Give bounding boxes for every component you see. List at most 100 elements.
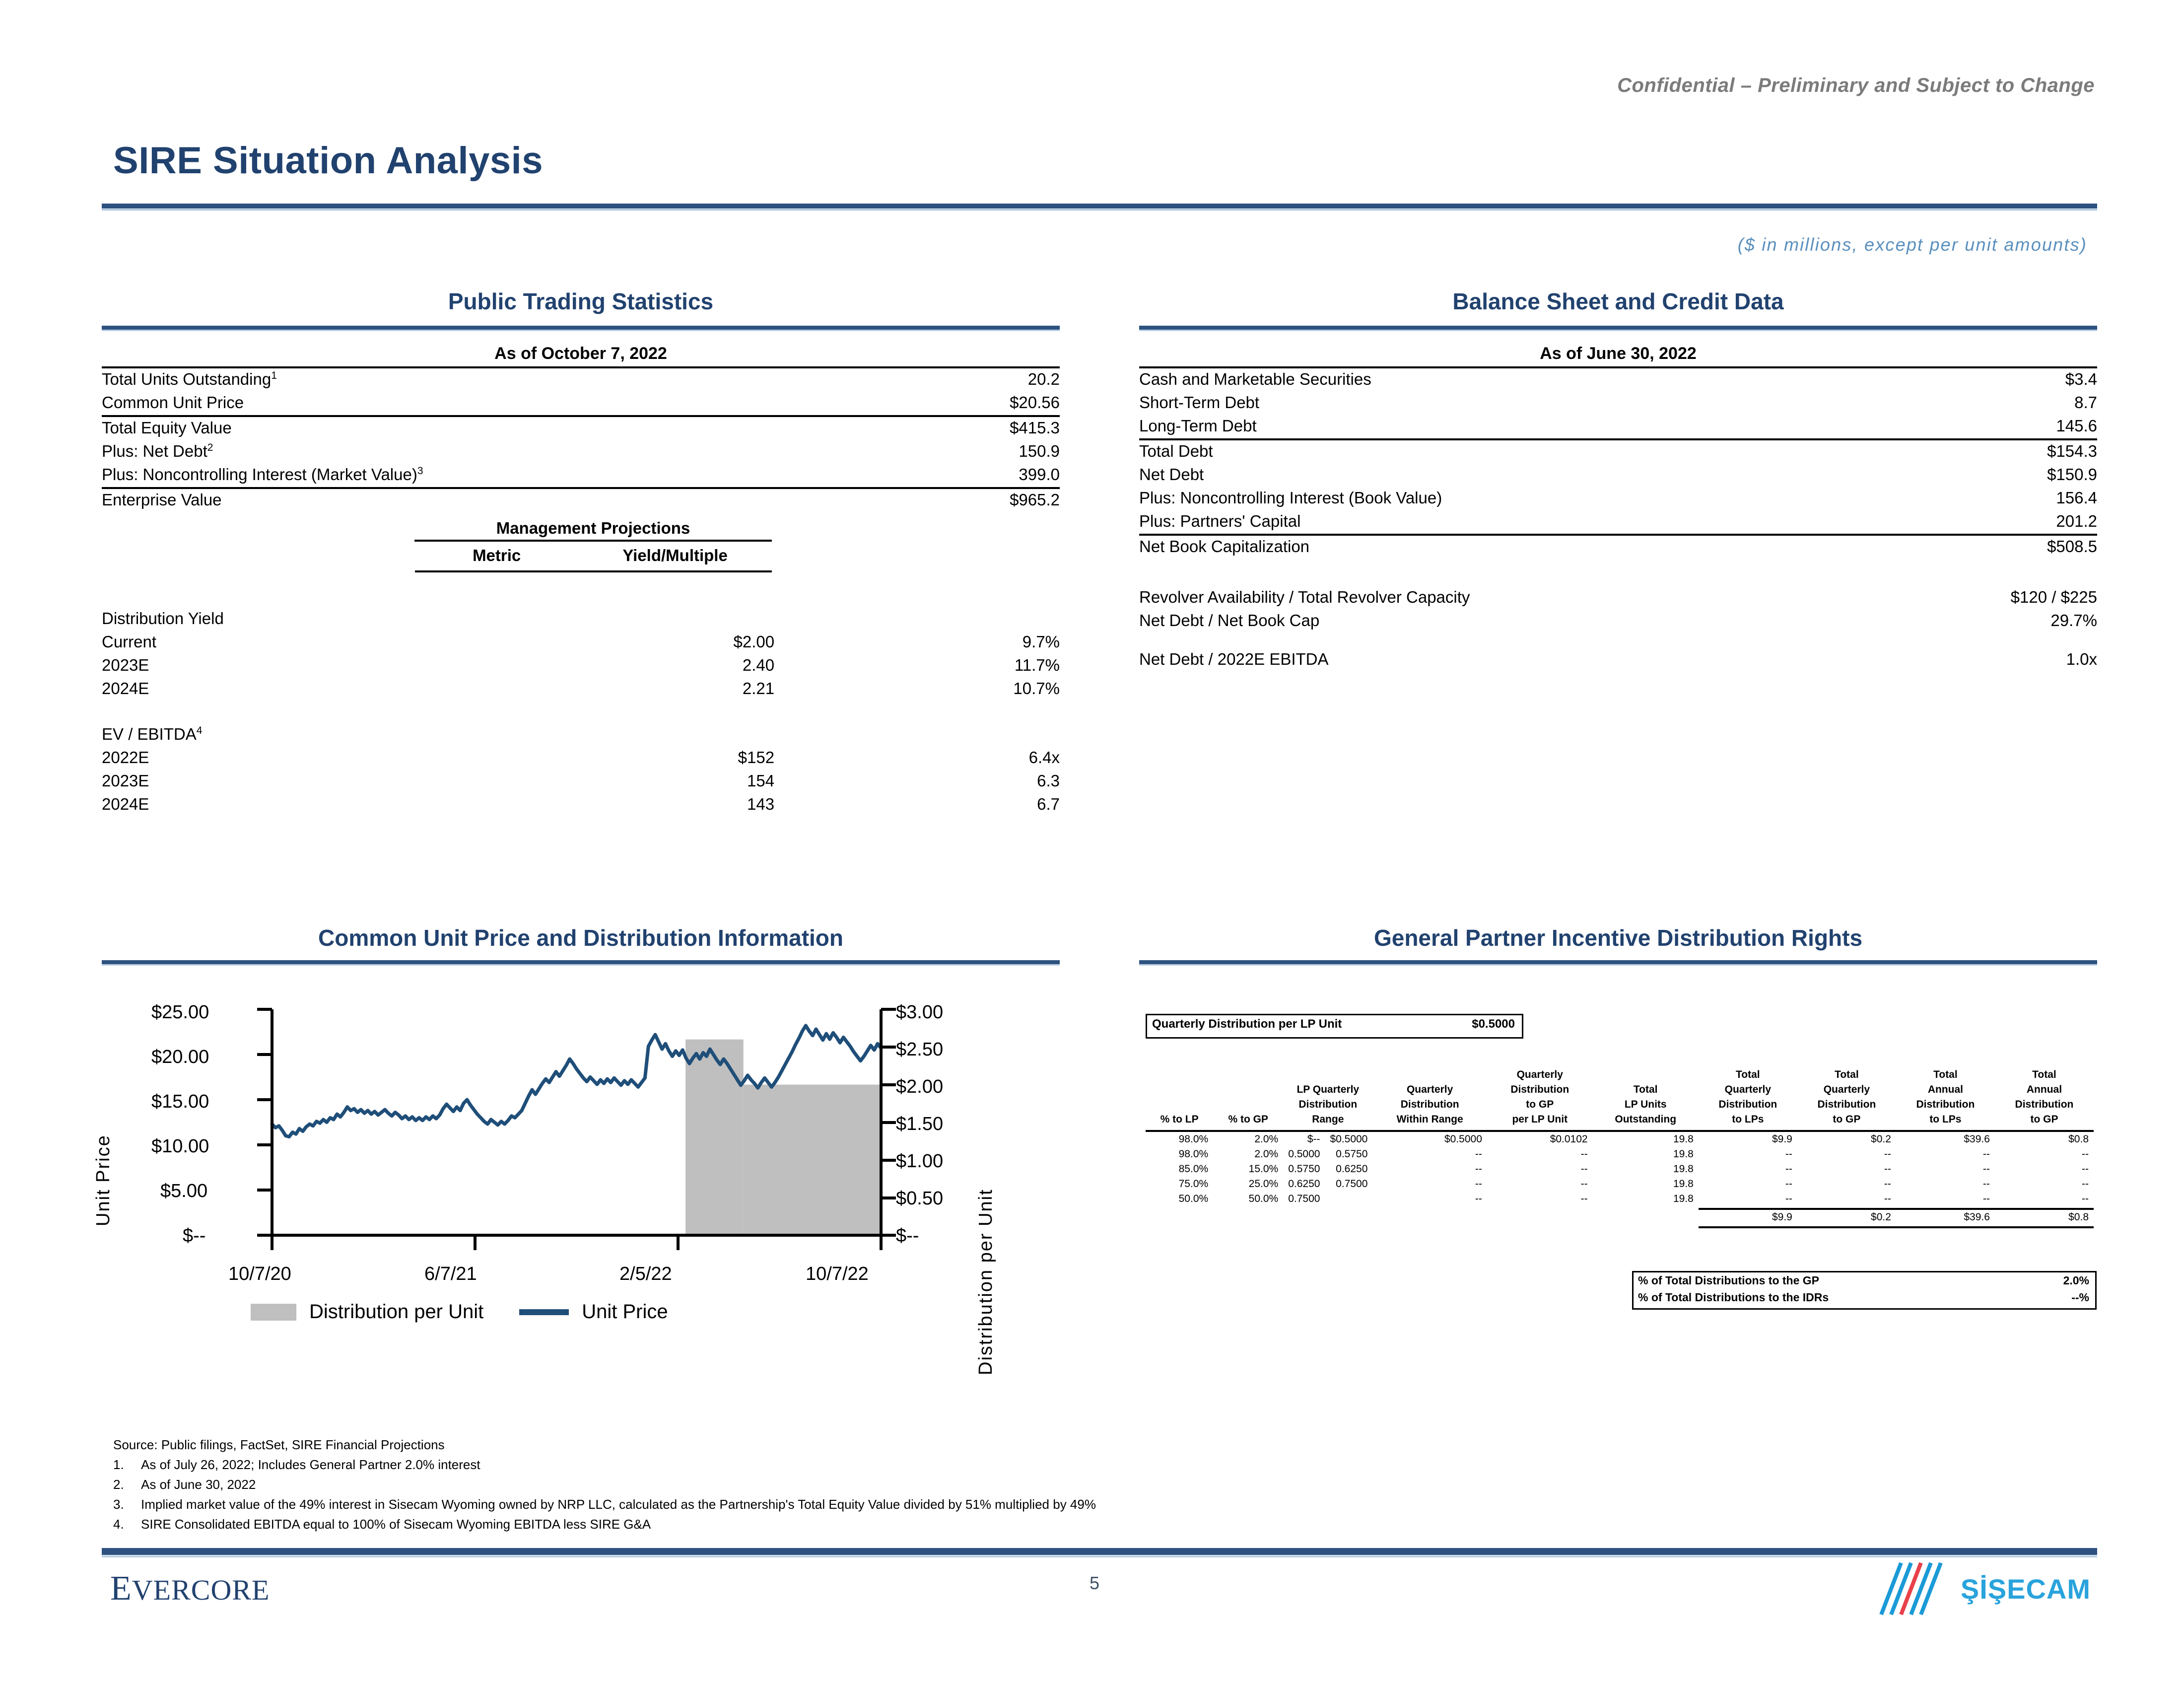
row-label: Total Debt [1139,442,1213,460]
cell-range-lo: $-- [1307,1133,1320,1145]
row-label: Net Debt [1139,465,1204,484]
title-divider [102,204,2097,209]
price-chart-heading: Common Unit Price and Distribution Infor… [318,925,843,951]
table-row: Net Book Capitalization $508.5 [1139,535,2097,559]
table-row: Net Debt / 2022E EBITDA 1.0x [1139,648,2097,672]
cell-to-gp: 15.0% [1248,1163,1279,1175]
summary-value-gp: 2.0% [2063,1274,2089,1287]
row-value: 156.4 [2056,489,2097,507]
group-header: Distribution Yield [102,608,1060,631]
table-row: 2024E 2.21 10.7% [102,678,1060,701]
row-label: 2024E [102,679,149,698]
cell-q-gp: -- [1884,1193,1891,1204]
row-label: Enterprise Value [102,491,222,509]
cell-lp-units: 19.8 [1673,1193,1694,1204]
sisecam-logo: ŞİŞECAM [1877,1559,2091,1618]
row-yield: 6.4x [1028,748,1060,767]
cell-to-lp: 98.0% [1178,1133,1209,1145]
row-value: 399.0 [930,464,1060,489]
table-row: 85.0% 15.0% 0.5750 0.6250 -- -- 19.8 -- … [1146,1162,2094,1177]
cell-range-hi: 0.5750 [1336,1148,1368,1160]
row-yield: 6.7 [1037,795,1060,813]
footnote-item: 4. SIRE Consolidated EBITDA equal to 100%… [113,1514,1096,1534]
idr-col-to-gp: % to GP [1228,1114,1268,1125]
summary-value-idrs: --% [2071,1291,2089,1304]
balance-sheet-rule-light [1139,330,2097,331]
balance-sheet-table: Cash and Marketable Securities $3.4 Shor… [1139,366,2097,672]
price-chart-rule [102,960,1060,964]
table-row: Total Units Outstanding1 20.2 [102,366,1060,392]
table-row: Total Equity Value $415.3 [102,416,1060,440]
table-row: Net Debt $150.9 [1139,464,2097,487]
balance-sheet-section: Balance Sheet and Credit Data As of June… [1139,288,2097,672]
cell-q-lp: -- [1785,1178,1792,1190]
cell-to-lp: 98.0% [1178,1148,1209,1160]
confidential-notice: Confidential – Preliminary and Subject t… [1617,74,2095,96]
row-label: Plus: Noncontrolling Interest (Book Valu… [1139,489,1442,507]
table-row: Current $2.00 9.7% [102,631,1060,654]
row-metric: $2.00 [733,633,775,651]
cell-q-lp: -- [1785,1148,1792,1160]
cell-within-range: -- [1475,1163,1482,1175]
cell-within-range: -- [1475,1178,1482,1190]
cell-to-lp: 75.0% [1178,1178,1209,1190]
row-label: Total Units Outstanding1 [102,366,931,392]
total-a-gp: $0.8 [2068,1211,2089,1223]
row-metric: 2.21 [742,679,775,698]
idr-col-q-dist-lps: Total Quarterly Distribution to LPs [1718,1069,1777,1125]
cell-gp-per-unit: -- [1580,1178,1588,1190]
idr-rule-light [1139,964,2097,966]
table-row: Plus: Noncontrolling Interest (Market Va… [102,464,1060,489]
row-metric: 143 [747,795,775,813]
cell-gp-per-unit: -- [1580,1148,1588,1160]
summary-label-gp: % of Total Distributions to the GP [1638,1274,1820,1287]
table-row: Plus: Partners' Capital 201.2 [1139,510,2097,536]
footer-divider-light [102,1555,2097,1557]
row-value: 150.9 [1019,442,1060,460]
cell-to-lp: 85.0% [1178,1163,1209,1175]
projections-values-table: Distribution Yield Current $2.00 9.7% 20… [102,608,1060,817]
table-row: 2022E $152 6.4x [102,747,1060,770]
x-tick-label: 6/7/21 [424,1264,477,1284]
public-trading-rule-light [102,330,1060,331]
footnote-text: Implied market value of the 49% interest… [141,1497,1096,1512]
table-row: 50.0% 50.0% 0.7500 -- -- 19.8 -- -- -- -… [1146,1192,2094,1206]
legend-swatch-distribution [251,1303,296,1321]
group-label: Distribution Yield [102,609,224,628]
balance-sheet-asof: As of June 30, 2022 [1540,344,1697,363]
x-tick-label: 10/7/20 [228,1264,291,1284]
sisecam-wordmark: ŞİŞECAM [1960,1573,2091,1605]
distribution-bar [685,1039,744,1235]
row-value: $508.5 [2047,537,2097,556]
row-label: Total Equity Value [102,419,232,437]
cell-to-lp: 50.0% [1178,1193,1209,1204]
footnote-item: 3. Implied market value of the 49% intere… [113,1494,1096,1514]
public-trading-asof: As of October 7, 2022 [494,344,667,363]
row-metric: 2.40 [742,656,775,674]
page-title: SIRE Situation Analysis [113,140,543,182]
cell-range-lo: 0.5750 [1288,1163,1320,1175]
footnote-number: 2. [113,1477,124,1492]
public-trading-table: Total Units Outstanding1 20.2 Common Uni… [102,366,1060,512]
cell-range-lo: 0.7500 [1288,1193,1320,1204]
price-chart-section: Common Unit Price and Distribution Infor… [102,924,1060,966]
cell-a-gp: $0.8 [2068,1133,2089,1145]
row-label: Net Debt / Net Book Cap [1139,611,1320,630]
row-label: Short-Term Debt [1139,393,1260,412]
cell-q-gp: -- [1884,1163,1891,1175]
group-label: EV / EBITDA4 [102,725,203,743]
idr-col-a-dist-gp: Total Annual Distribution to GP [2015,1069,2074,1125]
row-value: 201.2 [1898,510,2097,536]
mgmt-projections-title: Management Projections [496,519,690,537]
idr-col-within-range: Quarterly Distribution Within Range [1396,1084,1463,1125]
cell-within-range: -- [1475,1148,1482,1160]
table-row: Total Debt $154.3 [1139,439,2097,464]
cell-within-range: $0.5000 [1444,1133,1482,1145]
x-tick-marks [271,1235,883,1250]
row-label: Plus: Partners' Capital [1139,510,1899,536]
idr-header-underline [1146,1127,2094,1132]
cell-q-lp: $9.9 [1772,1133,1792,1145]
row-label: Net Debt / 2022E EBITDA [1139,650,1329,668]
idr-header-row: % to LP % to GP LP Quarterly Distributio… [1146,1067,2094,1127]
table-row: Plus: Noncontrolling Interest (Book Valu… [1139,487,2097,510]
